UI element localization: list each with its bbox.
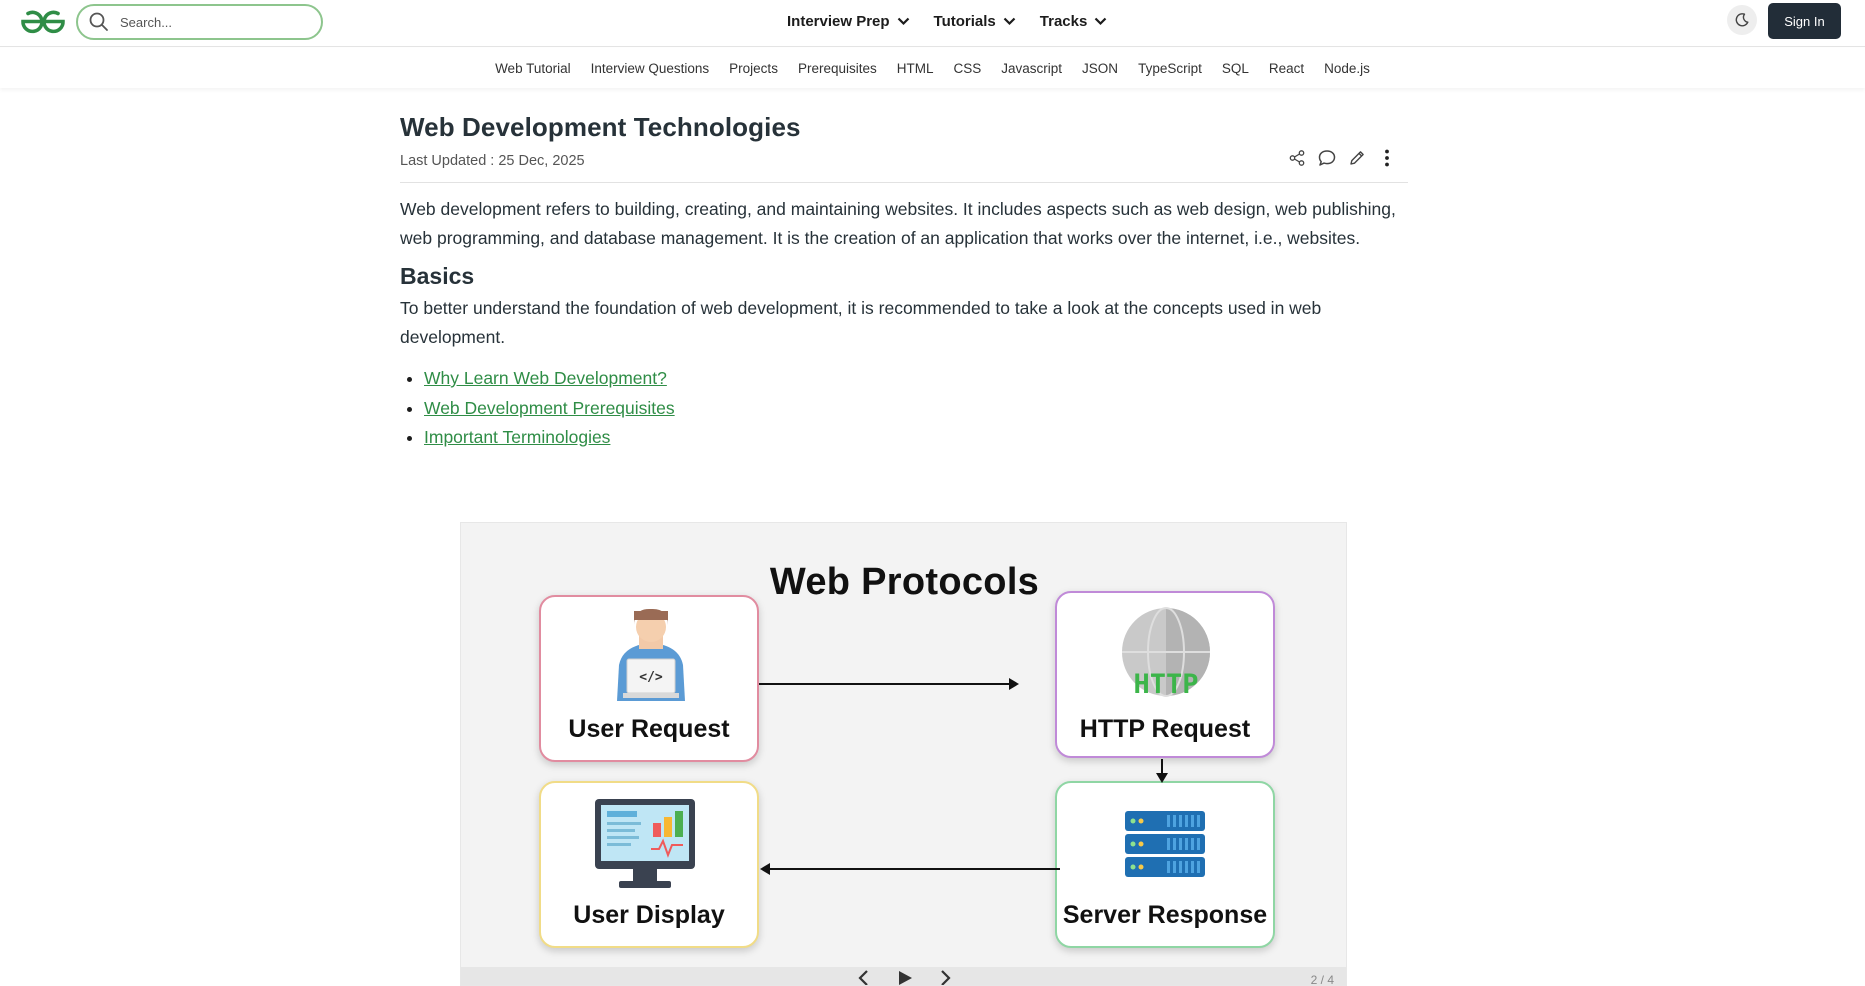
- list-item: Important Terminologies: [424, 423, 1408, 453]
- previous-slide-button[interactable]: [854, 969, 874, 986]
- monitor-dashboard-icon: [595, 799, 695, 888]
- chevron-down-icon: [897, 17, 909, 25]
- arrow-down-icon: [1156, 759, 1168, 783]
- comment-icon: [1318, 150, 1336, 166]
- gfg-logo-icon[interactable]: [18, 8, 68, 35]
- arrow-left-icon: [760, 863, 1060, 875]
- search-input[interactable]: [120, 14, 310, 30]
- chevron-down-icon: [1003, 17, 1016, 25]
- basics-link-list: Why Learn Web Development? Web Developme…: [424, 364, 1408, 453]
- article: Web Development Technologies Last Update…: [400, 112, 1408, 453]
- more-options-button[interactable]: [1376, 147, 1398, 169]
- subnav-html[interactable]: HTML: [897, 61, 934, 76]
- subnav-web-tutorial[interactable]: Web Tutorial: [495, 61, 571, 76]
- user-request-box: </> User Request: [539, 595, 759, 762]
- http-badge: HTTP: [1133, 669, 1198, 700]
- basics-heading: Basics: [400, 263, 475, 289]
- article-meta: Last Updated : 25 Dec, 2025: [400, 149, 1408, 183]
- nav-interview-prep-label: Interview Prep: [787, 12, 890, 30]
- svg-text:</>: </>: [639, 670, 663, 685]
- slide-controls: 2 / 4: [461, 967, 1346, 986]
- subnav-javascript[interactable]: Javascript: [1001, 61, 1062, 76]
- edit-button[interactable]: [1346, 147, 1368, 169]
- basics-paragraph: To better understand the foundation of w…: [400, 298, 1322, 347]
- subnav-react[interactable]: React: [1269, 61, 1304, 76]
- user-display-box: User Display: [539, 781, 759, 948]
- subnav-json[interactable]: JSON: [1082, 61, 1118, 76]
- nav-tracks-label: Tracks: [1039, 12, 1088, 30]
- share-icon: [1289, 150, 1305, 166]
- search-icon: [89, 12, 108, 31]
- play-slide-button[interactable]: [895, 969, 915, 986]
- page-title: Web Development Technologies: [400, 112, 801, 142]
- http-request-box: HTTP HTTP Request: [1055, 591, 1275, 758]
- top-header: Interview Prep Tutorials Tracks Sign In: [0, 0, 1865, 47]
- sub-nav: Web Tutorial Interview Questions Project…: [0, 48, 1865, 88]
- link-why-learn-web-development[interactable]: Why Learn Web Development?: [424, 368, 667, 388]
- user-display-label: User Display: [573, 901, 725, 929]
- server-response-box: Server Response: [1055, 781, 1275, 948]
- nav-tutorials-label: Tutorials: [933, 12, 996, 30]
- share-button[interactable]: [1286, 147, 1308, 169]
- subnav-sql[interactable]: SQL: [1222, 61, 1249, 76]
- comment-button[interactable]: [1316, 147, 1338, 169]
- moon-icon: [1735, 13, 1749, 27]
- list-item: Why Learn Web Development?: [424, 364, 1408, 394]
- subnav-nodejs[interactable]: Node.js: [1324, 61, 1370, 76]
- slide-counter: 2 / 4: [1310, 973, 1334, 986]
- search-box[interactable]: [76, 4, 323, 40]
- developer-laptop-icon: </>: [617, 608, 685, 701]
- arrow-right-icon: [759, 678, 1019, 690]
- more-vertical-icon: [1385, 149, 1389, 167]
- nav-tracks[interactable]: Tracks: [1040, 13, 1108, 30]
- sign-in-button[interactable]: Sign In: [1768, 3, 1841, 39]
- list-item: Web Development Prerequisites: [424, 394, 1408, 424]
- http-request-label: HTTP Request: [1079, 715, 1251, 743]
- subnav-prerequisites[interactable]: Prerequisites: [798, 61, 877, 76]
- subnav-projects[interactable]: Projects: [729, 61, 778, 76]
- subnav-typescript[interactable]: TypeScript: [1138, 61, 1202, 76]
- server-response-label: Server Response: [1062, 901, 1268, 929]
- article-actions: [1278, 147, 1398, 169]
- user-request-label: User Request: [568, 715, 730, 743]
- link-web-development-prerequisites[interactable]: Web Development Prerequisites: [424, 398, 675, 418]
- link-important-terminologies[interactable]: Important Terminologies: [424, 427, 610, 447]
- server-rack-icon: [1125, 811, 1205, 877]
- last-updated: Last Updated : 25 Dec, 2025: [400, 153, 585, 169]
- theme-toggle-button[interactable]: [1727, 5, 1757, 35]
- top-nav: Interview Prep Tutorials Tracks: [787, 0, 1131, 42]
- chevron-down-icon: [1095, 17, 1107, 25]
- nav-interview-prep[interactable]: Interview Prep: [787, 13, 910, 30]
- subnav-css[interactable]: CSS: [954, 61, 982, 76]
- web-protocols-slide: Web Protocols </> User Request HTTP HTTP…: [460, 522, 1347, 986]
- nav-tutorials[interactable]: Tutorials: [934, 13, 1016, 30]
- http-globe-icon: HTTP: [1122, 607, 1210, 700]
- intro-paragraph: Web development refers to building, crea…: [400, 199, 1396, 248]
- next-slide-button[interactable]: [935, 969, 955, 986]
- subnav-interview-questions[interactable]: Interview Questions: [591, 61, 710, 76]
- pencil-icon: [1350, 151, 1364, 165]
